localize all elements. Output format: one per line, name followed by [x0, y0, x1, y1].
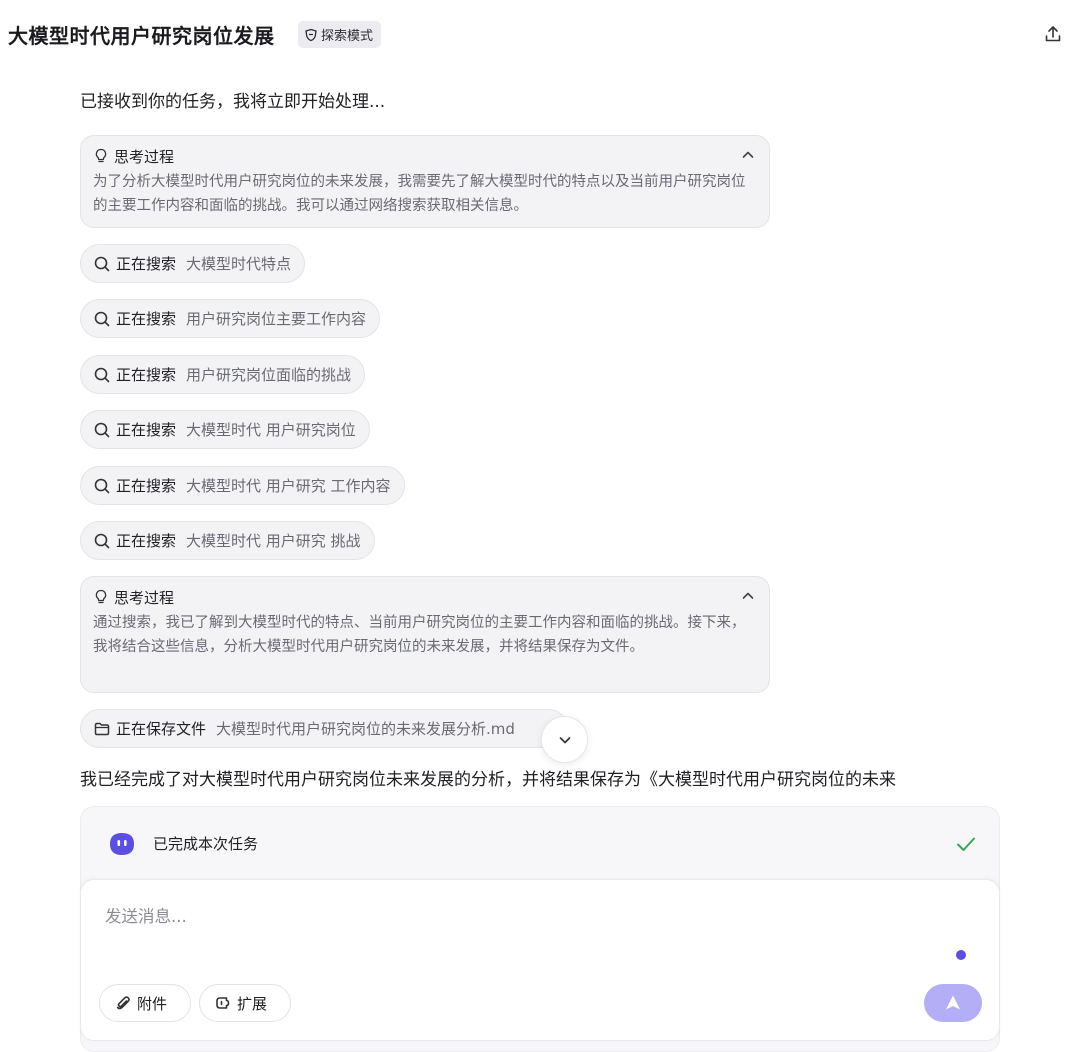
send-arrow-icon [946, 995, 960, 1010]
expand-label: 扩展 [237, 994, 268, 1013]
search-step-label: 正在搜索 [116, 366, 177, 384]
thinking-text: 为了分析大模型时代用户研究岗位的未来发展，我需要先了解大模型时代的特点以及当前用… [93, 174, 746, 214]
mode-badge-label: 探索模式 [321, 29, 374, 44]
chevron-up-icon [742, 151, 754, 158]
search-icon [94, 256, 110, 271]
header: 大模型时代用户研究岗位发展 探索模式 [0, 0, 1080, 70]
thinking-card: 思考过程 通过搜索，我已了解到大模型时代的特点、当前用户研究岗位的主要工作内容和… [80, 576, 770, 693]
attach-button[interactable]: 附件 [99, 984, 191, 1022]
search-icon [94, 478, 110, 493]
search-step[interactable]: 正在搜索 大模型时代 用户研究 工作内容 [80, 466, 405, 505]
search-step[interactable]: 正在搜索 大模型时代 用户研究岗位 [80, 410, 370, 449]
task-status-row: 已完成本次任务 [81, 807, 1001, 879]
search-step-label: 正在搜索 [116, 421, 177, 439]
search-icon [94, 422, 110, 437]
assistant-avatar-icon [110, 833, 134, 855]
search-query: 大模型时代 用户研究岗位 [186, 421, 356, 439]
search-step-label: 正在搜索 [116, 255, 177, 273]
message-composer: 附件 扩展 [80, 879, 1000, 1041]
folder-icon [94, 722, 110, 735]
upload-icon [1045, 26, 1061, 42]
task-status-label: 已完成本次任务 [153, 835, 259, 853]
search-step[interactable]: 正在搜索 用户研究岗位面临的挑战 [80, 355, 366, 394]
check-icon [957, 837, 975, 851]
lightbulb-icon [95, 589, 107, 604]
search-step-label: 正在搜索 [116, 310, 177, 328]
search-query: 大模型时代特点 [186, 255, 292, 273]
search-query: 大模型时代 用户研究 工作内容 [186, 477, 391, 495]
intro-message: 已接收到你的任务，我将立即开始处理... [80, 92, 386, 112]
expand-button[interactable]: 扩展 [199, 984, 291, 1022]
collapse-button[interactable] [739, 587, 757, 605]
search-query: 大模型时代 用户研究 挑战 [186, 532, 361, 550]
scroll-down-button[interactable] [541, 716, 588, 763]
collapse-button[interactable] [739, 146, 757, 164]
search-icon [94, 311, 110, 326]
thinking-title: 思考过程 [114, 147, 175, 166]
thinking-header: 思考过程 [93, 586, 757, 608]
share-button[interactable] [1041, 22, 1065, 46]
paperclip-icon [116, 996, 130, 1010]
plugin-icon [216, 997, 230, 1009]
shield-icon [305, 28, 317, 41]
search-query: 用户研究岗位主要工作内容 [186, 310, 367, 328]
final-message: 我已经完成了对大模型时代用户研究岗位未来发展的分析，并将结果保存为《大模型时代用… [80, 770, 896, 790]
thinking-card: 思考过程 为了分析大模型时代用户研究岗位的未来发展，我需要先了解大模型时代的特点… [80, 135, 770, 228]
search-query: 用户研究岗位面临的挑战 [186, 366, 352, 384]
lightbulb-icon [95, 148, 107, 163]
search-step-label: 正在搜索 [116, 532, 177, 550]
attach-label: 附件 [137, 994, 168, 1013]
chevron-up-icon [742, 592, 754, 599]
search-icon [94, 367, 110, 382]
search-step[interactable]: 正在搜索 大模型时代 用户研究 挑战 [80, 521, 375, 560]
chevron-down-icon [559, 736, 570, 743]
message-input[interactable] [105, 902, 965, 930]
search-step[interactable]: 正在搜索 用户研究岗位主要工作内容 [80, 299, 381, 338]
thinking-header: 思考过程 [93, 145, 757, 167]
save-file-step[interactable]: 正在保存文件 大模型时代用户研究岗位的未来发展分析.md [80, 709, 568, 748]
thinking-text: 通过搜索，我已了解到大模型时代的特点、当前用户研究岗位的主要工作内容和面临的挑战… [93, 615, 746, 655]
send-button[interactable] [924, 984, 982, 1022]
search-step[interactable]: 正在搜索 大模型时代特点 [80, 244, 306, 283]
search-icon [94, 533, 110, 548]
save-file-name: 大模型时代用户研究岗位的未来发展分析.md [216, 720, 515, 738]
status-dot [956, 950, 966, 960]
page-title: 大模型时代用户研究岗位发展 [8, 24, 275, 48]
mode-badge[interactable]: 探索模式 [298, 21, 382, 48]
save-file-label: 正在保存文件 [116, 720, 207, 738]
thinking-title: 思考过程 [114, 588, 175, 607]
search-step-label: 正在搜索 [116, 477, 177, 495]
